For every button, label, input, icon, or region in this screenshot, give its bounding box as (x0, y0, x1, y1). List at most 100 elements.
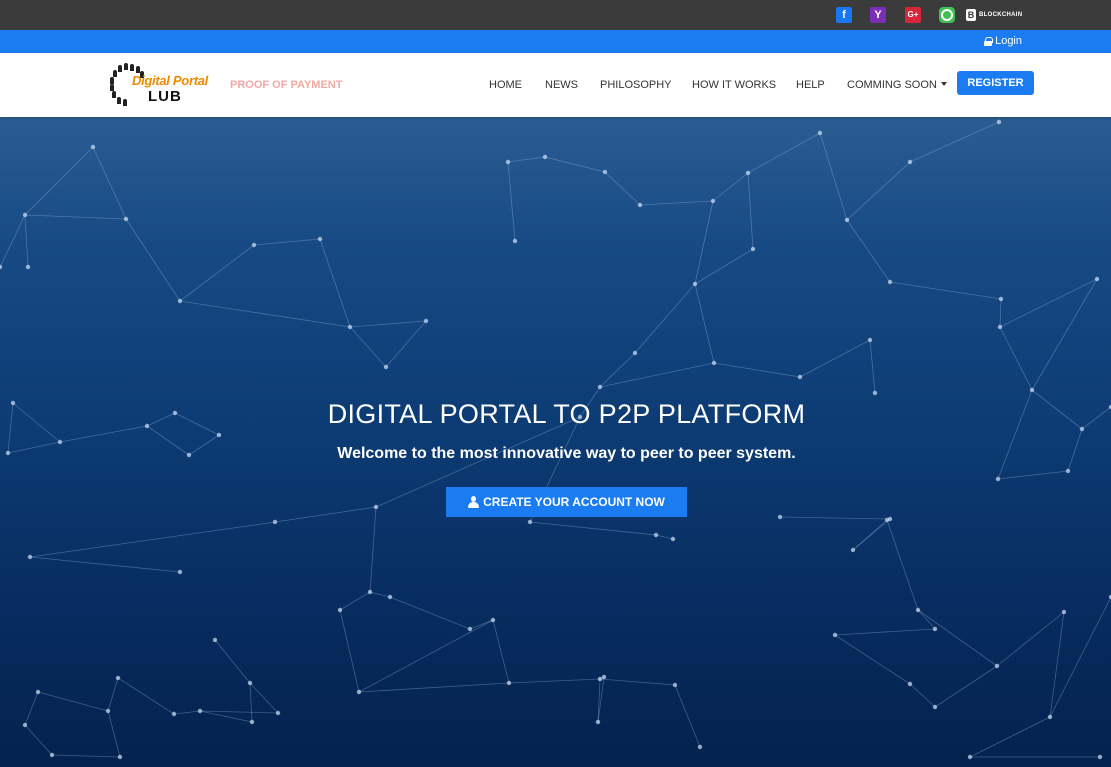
network-node (777, 514, 783, 520)
network-node (907, 159, 913, 165)
network-link (869, 339, 876, 394)
network-node (932, 626, 938, 632)
network-link (852, 519, 888, 551)
site-logo[interactable]: Digital Portal LUB (110, 61, 208, 107)
network-link (349, 326, 387, 368)
network-link (997, 470, 1069, 480)
network-link (694, 248, 754, 285)
nav-news[interactable]: NEWS (545, 79, 578, 91)
network-link (199, 710, 279, 714)
network-node (632, 350, 638, 356)
nav-help[interactable]: HELP (796, 79, 825, 91)
network-node (797, 374, 803, 380)
network-link (917, 609, 998, 667)
network-link (107, 677, 119, 712)
network-link (909, 683, 936, 708)
lock-icon (984, 36, 994, 46)
nav-how-it-works[interactable]: HOW IT WORKS (692, 79, 776, 91)
network-link (1049, 611, 1065, 718)
network-node (22, 722, 28, 728)
network-link (358, 682, 510, 693)
network-link (508, 678, 601, 684)
network-link (599, 678, 676, 686)
network-node (995, 476, 1001, 482)
network-node (387, 594, 393, 600)
nav-home[interactable]: HOME (489, 79, 522, 91)
network-node (49, 752, 55, 758)
network-link (694, 283, 715, 364)
network-link (51, 754, 121, 758)
logo-text-bottom: LUB (148, 88, 182, 105)
register-button[interactable]: REGISTER (957, 71, 1034, 95)
network-node (115, 675, 121, 681)
network-link (253, 238, 321, 246)
network-link (319, 238, 351, 328)
network-node (373, 504, 379, 510)
yahoo-icon[interactable]: Y (870, 7, 886, 23)
network-node (637, 202, 643, 208)
network-node (527, 519, 533, 525)
network-link (529, 521, 657, 536)
network-link (117, 677, 175, 715)
network-link (1049, 596, 1111, 718)
network-node (994, 663, 1000, 669)
blockchain-badge[interactable]: B BLOCKCHAIN (966, 8, 1022, 22)
network-node (57, 439, 63, 445)
network-link (1031, 278, 1098, 391)
google-plus-icon[interactable]: G+ (905, 7, 921, 23)
network-link (999, 326, 1033, 391)
user-icon (468, 496, 480, 508)
network-node (1061, 609, 1067, 615)
network-link (249, 682, 279, 714)
login-label: Login (995, 35, 1022, 47)
nav-philosophy[interactable]: PHILOSOPHY (600, 79, 672, 91)
network-node (672, 682, 678, 688)
network-link (29, 556, 181, 573)
create-account-button[interactable]: CREATE YOUR ACCOUNT NOW (446, 487, 687, 517)
network-link (917, 609, 936, 630)
network-link (999, 298, 1002, 328)
network-node (711, 360, 717, 366)
network-link (599, 362, 715, 388)
login-bar: Login (0, 30, 1111, 53)
network-node (595, 719, 601, 725)
network-node (887, 279, 893, 285)
login-link[interactable]: Login (984, 35, 1022, 47)
network-link (674, 684, 701, 748)
network-node (0, 264, 3, 270)
network-link (199, 710, 253, 723)
network-link (599, 352, 636, 388)
network-link (469, 619, 494, 630)
network-link (369, 506, 377, 593)
create-account-label: CREATE YOUR ACCOUNT NOW (483, 495, 665, 509)
network-node (850, 547, 856, 553)
whatsapp-icon[interactable] (939, 7, 955, 23)
network-node (817, 130, 823, 136)
proof-of-payment-link[interactable]: PROOF OF PAYMENT (230, 79, 342, 91)
network-link (389, 596, 471, 630)
network-link (889, 281, 1002, 300)
network-node (105, 708, 111, 714)
network-node (25, 264, 31, 270)
nav-coming-soon-dropdown[interactable]: COMMING SOON (847, 79, 947, 91)
network-node (872, 390, 878, 396)
network-node (123, 216, 129, 222)
network-node (35, 689, 41, 695)
network-link (846, 161, 911, 221)
network-link (92, 146, 127, 220)
network-link (37, 691, 109, 712)
hero-subtitle: Welcome to the most innovative way to pe… (337, 445, 796, 462)
network-node (90, 144, 96, 150)
network-link (996, 611, 1065, 667)
blockchain-icon: B (966, 9, 976, 21)
network-link (24, 214, 29, 268)
facebook-icon[interactable]: f (836, 7, 852, 23)
network-node (997, 324, 1003, 330)
logo-text-top: Digital Portal (132, 73, 208, 88)
network-link (544, 156, 606, 173)
network-node (597, 384, 603, 390)
network-node (197, 708, 203, 714)
network-link (655, 534, 674, 540)
network-link (834, 634, 911, 685)
network-link (107, 710, 121, 758)
